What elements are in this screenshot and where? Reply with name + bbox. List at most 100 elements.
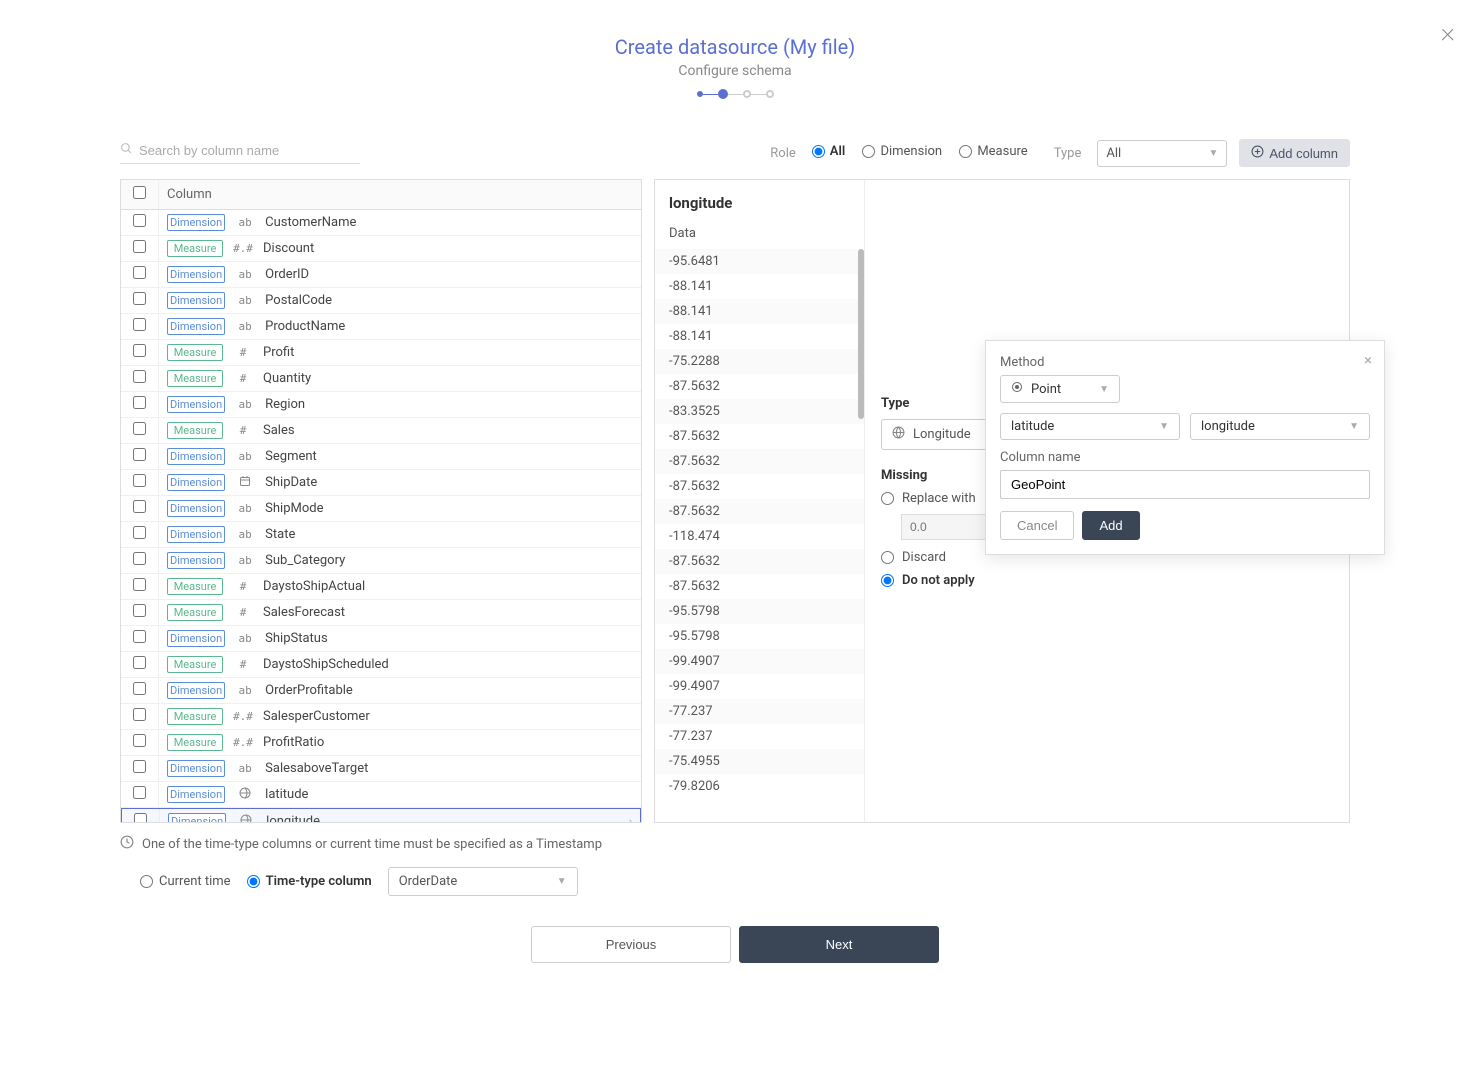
table-row[interactable]: Dimensionlongitude› <box>121 808 641 822</box>
role-tag: Dimension <box>167 448 225 465</box>
table-row[interactable]: Measure#Sales <box>121 418 641 444</box>
table-row[interactable]: DimensionShipDate <box>121 470 641 496</box>
row-checkbox[interactable] <box>133 526 146 539</box>
type-icon: ab <box>235 216 255 229</box>
search-input[interactable] <box>139 143 360 158</box>
columns-table: Column DimensionabCustomerNameMeasure#.#… <box>120 179 642 823</box>
data-value: -87.5632 <box>655 449 864 474</box>
target-icon <box>1011 381 1023 397</box>
column-name: ShipStatus <box>265 631 328 646</box>
cancel-button[interactable]: Cancel <box>1000 511 1074 540</box>
data-label: Data <box>655 226 864 249</box>
table-row[interactable]: DimensionabRegion <box>121 392 641 418</box>
role-tag: Measure <box>167 656 223 673</box>
table-row[interactable]: DimensionabCustomerName <box>121 210 641 236</box>
column-name: DaystoShipActual <box>263 579 365 594</box>
globe-icon <box>892 426 905 443</box>
page-title: Create datasource (My file) <box>0 35 1470 59</box>
current-time-radio[interactable]: Current time <box>140 874 231 889</box>
table-row[interactable]: Measure#.#ProfitRatio <box>121 730 641 756</box>
close-icon[interactable]: × <box>1441 15 1456 48</box>
type-icon: ab <box>235 528 255 541</box>
table-row[interactable]: DimensionabState <box>121 522 641 548</box>
row-checkbox[interactable] <box>133 448 146 461</box>
time-column-select[interactable]: OrderDate ▼ <box>388 867 578 896</box>
row-checkbox[interactable] <box>133 396 146 409</box>
add-column-button[interactable]: Add column <box>1239 139 1350 167</box>
data-value: -88.141 <box>655 274 864 299</box>
row-checkbox[interactable] <box>133 500 146 513</box>
lat-select[interactable]: latitude▼ <box>1000 413 1180 440</box>
row-checkbox[interactable] <box>133 604 146 617</box>
popover-close-icon[interactable]: × <box>1364 351 1372 369</box>
row-checkbox[interactable] <box>133 734 146 747</box>
column-name: ProductName <box>265 319 345 334</box>
row-checkbox[interactable] <box>133 682 146 695</box>
method-select[interactable]: Point ▼ <box>1000 375 1120 403</box>
colname-input[interactable] <box>1000 470 1370 499</box>
row-checkbox[interactable] <box>133 240 146 253</box>
role-measure[interactable]: Measure <box>959 144 1027 159</box>
table-row[interactable]: DimensionabOrderID <box>121 262 641 288</box>
role-all[interactable]: All <box>812 144 845 159</box>
role-tag: Measure <box>167 708 223 725</box>
row-checkbox[interactable] <box>133 266 146 279</box>
table-row[interactable]: DimensionabSegment <box>121 444 641 470</box>
data-value: -95.6481 <box>655 249 864 274</box>
row-checkbox[interactable] <box>133 578 146 591</box>
column-name: ProfitRatio <box>263 735 324 750</box>
missing-donot[interactable]: Do not apply <box>881 573 1333 588</box>
row-checkbox[interactable] <box>133 370 146 383</box>
table-row[interactable]: DimensionabOrderProfitable <box>121 678 641 704</box>
row-checkbox[interactable] <box>133 786 146 799</box>
caret-down-icon: ▼ <box>1349 421 1359 432</box>
row-checkbox[interactable] <box>133 214 146 227</box>
type-icon: #.# <box>233 242 253 255</box>
data-value: -79.8206 <box>655 774 864 799</box>
add-column-popover: × Method Point ▼ latitude▼ longitude▼ Co… <box>985 340 1385 555</box>
type-icon: # <box>233 658 253 671</box>
row-checkbox[interactable] <box>133 292 146 305</box>
table-row[interactable]: Measure#DaystoShipActual <box>121 574 641 600</box>
table-row[interactable]: DimensionabShipStatus <box>121 626 641 652</box>
caret-down-icon: ▼ <box>1099 384 1109 395</box>
data-value: -88.141 <box>655 299 864 324</box>
row-checkbox[interactable] <box>133 422 146 435</box>
search-field[interactable] <box>120 142 360 164</box>
lon-select[interactable]: longitude▼ <box>1190 413 1370 440</box>
table-row[interactable]: Measure#SalesForecast <box>121 600 641 626</box>
table-row[interactable]: DimensionabShipMode <box>121 496 641 522</box>
next-button[interactable]: Next <box>739 926 939 963</box>
role-tag: Dimension <box>168 813 226 822</box>
table-row[interactable]: Measure#DaystoShipScheduled <box>121 652 641 678</box>
table-row[interactable]: Measure#.#Discount <box>121 236 641 262</box>
row-checkbox[interactable] <box>133 552 146 565</box>
row-checkbox[interactable] <box>133 630 146 643</box>
table-row[interactable]: Dimensionlatitude <box>121 782 641 808</box>
row-checkbox[interactable] <box>133 474 146 487</box>
row-checkbox[interactable] <box>133 760 146 773</box>
table-row[interactable]: DimensionabSub_Category <box>121 548 641 574</box>
table-row[interactable]: DimensionabSalesaboveTarget <box>121 756 641 782</box>
row-checkbox[interactable] <box>134 813 147 822</box>
select-all-checkbox[interactable] <box>133 186 146 199</box>
row-checkbox[interactable] <box>133 344 146 357</box>
previous-button[interactable]: Previous <box>531 926 731 963</box>
column-name: State <box>265 527 295 542</box>
add-button[interactable]: Add <box>1082 511 1139 540</box>
row-checkbox[interactable] <box>133 656 146 669</box>
type-select[interactable]: All ▼ <box>1097 140 1227 167</box>
column-name: Region <box>265 397 305 412</box>
table-row[interactable]: Measure#Quantity <box>121 366 641 392</box>
row-checkbox[interactable] <box>133 318 146 331</box>
table-row[interactable]: Measure#.#SalesperCustomer <box>121 704 641 730</box>
scrollbar-thumb[interactable] <box>858 249 864 419</box>
table-row[interactable]: DimensionabProductName <box>121 314 641 340</box>
time-column-radio[interactable]: Time-type column <box>247 874 372 889</box>
table-row[interactable]: Measure#Profit <box>121 340 641 366</box>
step-indicator <box>0 89 1470 99</box>
type-icon: ab <box>235 398 255 411</box>
row-checkbox[interactable] <box>133 708 146 721</box>
table-row[interactable]: DimensionabPostalCode <box>121 288 641 314</box>
role-dimension[interactable]: Dimension <box>862 144 942 159</box>
